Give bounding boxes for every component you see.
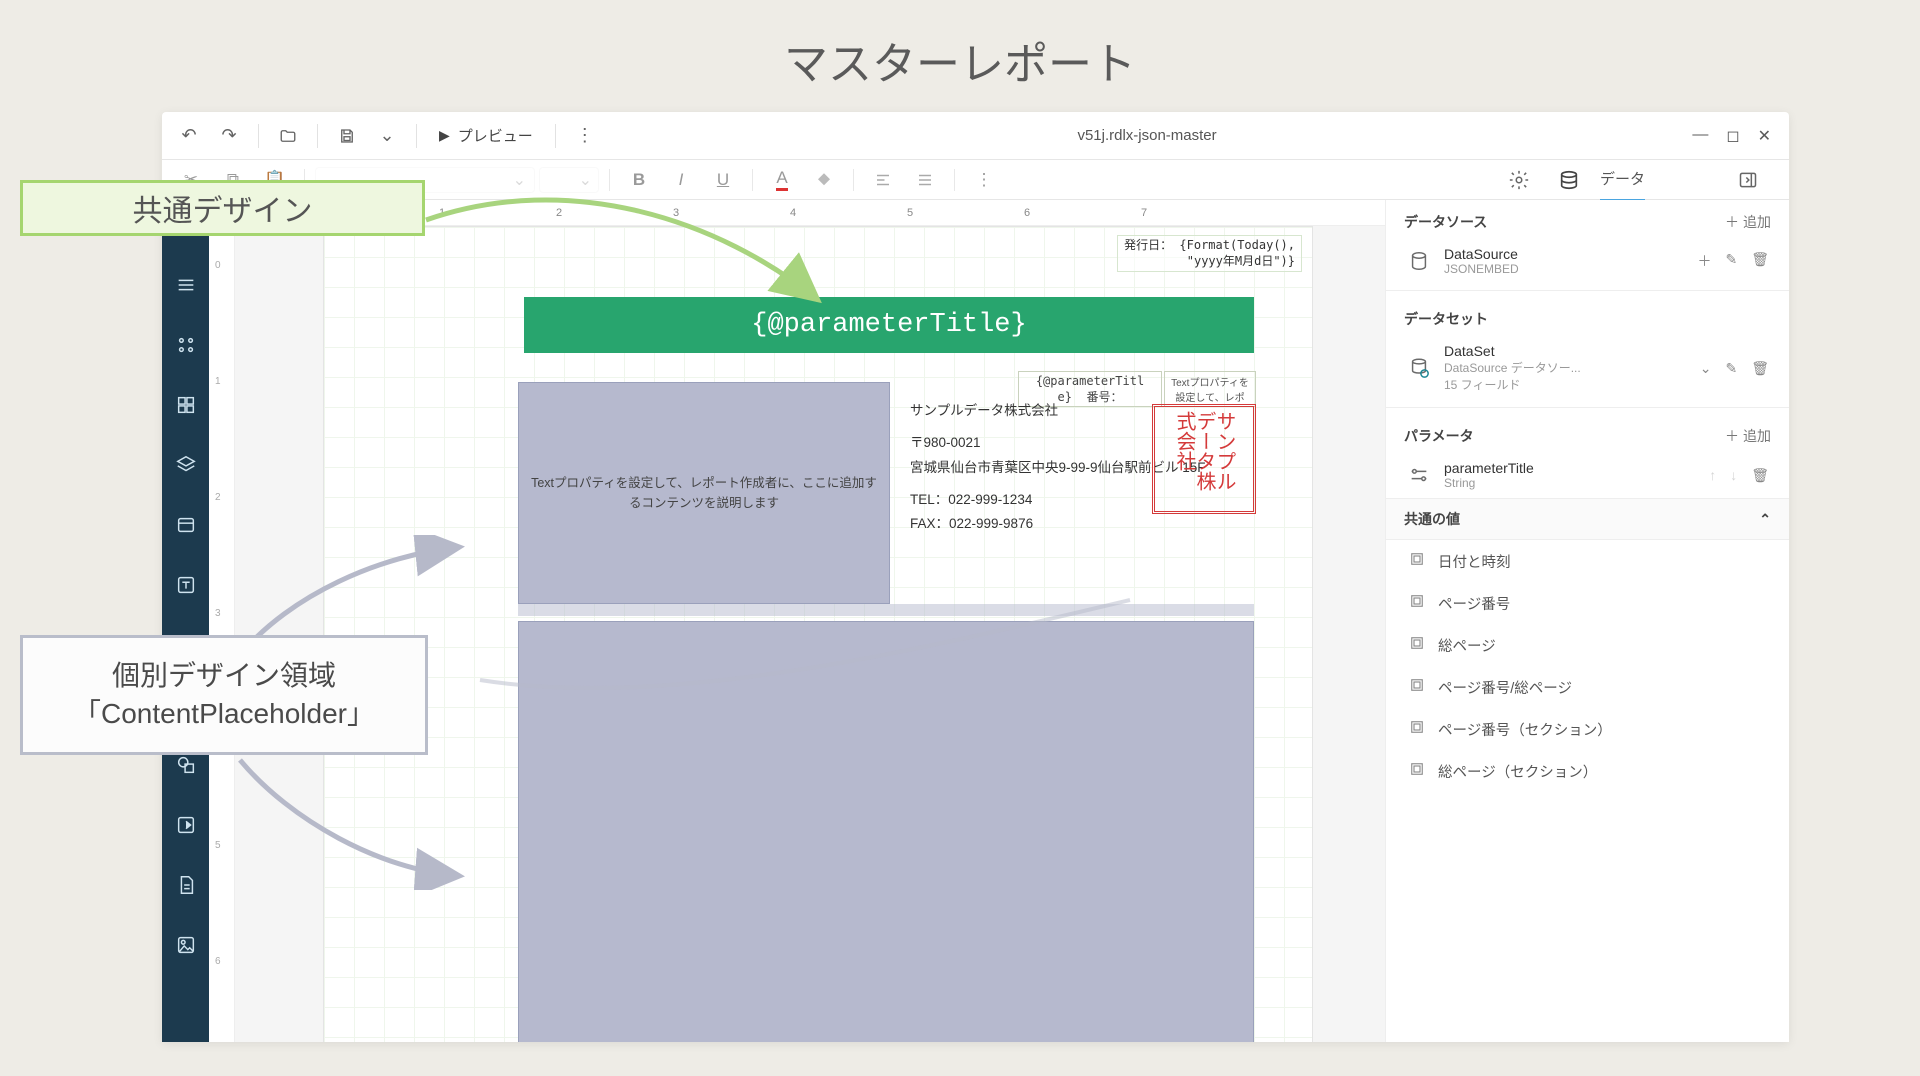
placeholder-divider (518, 604, 1254, 616)
layers-icon[interactable] (171, 450, 201, 480)
close-button[interactable]: ✕ (1758, 126, 1771, 146)
common-item[interactable]: 総ページ (1386, 624, 1789, 666)
company-fax: FAX：022-999-9876 (910, 512, 1250, 536)
param-item[interactable]: parameterTitle String ↑ ↓ 🗑 (1386, 452, 1789, 498)
subreport-tool-icon[interactable] (171, 810, 201, 840)
expand-icon[interactable]: ⌄ (1700, 360, 1712, 377)
delete-icon[interactable]: 🗑 (1751, 360, 1769, 377)
datasource-header: データソース (1404, 212, 1487, 232)
content-placeholder-1[interactable]: Textプロパティを設定して、レポート作成者に、ここに追加するコンテンツを説明し… (518, 382, 890, 604)
param-name: parameterTitle (1444, 460, 1534, 476)
font-size-select[interactable]: ⌄ (539, 167, 599, 193)
param-icon (1406, 462, 1432, 488)
field-icon (1408, 718, 1426, 740)
common-item[interactable]: ページ番号 (1386, 582, 1789, 624)
image-tool-icon[interactable] (171, 930, 201, 960)
parameter-title-textbox[interactable]: {@parameterTitle} (524, 297, 1254, 353)
dataset-sub1: DataSource データソー... (1444, 359, 1581, 376)
delete-icon[interactable]: 🗑 (1751, 251, 1769, 271)
annotation-common-design: 共通デザイン (20, 180, 425, 236)
report-page: 発行日： {Format(Today(), "yyyy年M月d日")} {@pa… (323, 226, 1313, 1042)
field-icon (1408, 634, 1426, 656)
add-datasource-button[interactable]: ＋ 追加 (1725, 212, 1771, 232)
company-stamp[interactable]: サンプルデータ株式会社 (1152, 404, 1256, 514)
maximize-button[interactable]: ◻ (1726, 126, 1739, 146)
placeholder1-text: Textプロパティを設定して、レポート作成者に、ここに追加するコンテンツを説明し… (531, 473, 877, 513)
dataset-icon (1406, 355, 1432, 381)
text-tool-icon[interactable] (171, 570, 201, 600)
fill-color-button[interactable] (805, 165, 843, 195)
content-placeholder-2[interactable]: Textプロパティを設定して、レポート作成者に、ここに追加するコンテンツを説明し… (518, 621, 1254, 1042)
undo-button[interactable]: ↶ (172, 119, 206, 153)
datasource-name: DataSource (1444, 246, 1519, 262)
issue-date-textbox[interactable]: 発行日： {Format(Today(), "yyyy年M月d日")} (1117, 235, 1302, 272)
canvas-wrap: 0 1 2 3 4 5 6 0 1 2 3 4 5 6 7 (209, 200, 1385, 1042)
table-tool-icon[interactable] (171, 390, 201, 420)
common-item[interactable]: ページ番号（セクション） (1386, 708, 1789, 750)
field-icon (1408, 592, 1426, 614)
field-icon (1408, 676, 1426, 698)
save-button[interactable] (330, 119, 364, 153)
add-param-button[interactable]: ＋ 追加 (1725, 426, 1771, 446)
database-icon (1406, 248, 1432, 274)
bold-button[interactable]: B (620, 165, 658, 195)
dataset-sub2: 15 フィールド (1444, 376, 1581, 393)
field-icon (1408, 760, 1426, 782)
align-v-button[interactable] (906, 165, 944, 195)
align-h-button[interactable] (864, 165, 902, 195)
common-values-header[interactable]: 共通の値 ⌃ (1386, 498, 1789, 540)
italic-button[interactable]: I (662, 165, 700, 195)
common-values-list: 日付と時刻 ページ番号 総ページ ページ番号/総ページ ページ番号（セクション） (1386, 540, 1789, 792)
data-panel: データソース ＋ 追加 DataSource JSONEMBED ＋ ✎ 🗑 (1385, 200, 1789, 1042)
annotation-content-placeholder: 個別デザイン領域 「ContentPlaceholder」 (20, 635, 428, 755)
titlebar: ↶ ↷ ⌄ ▶ プレビュー ⋮ v51j.rdlx-json-master — … (162, 112, 1789, 160)
open-button[interactable] (271, 119, 305, 153)
common-item[interactable]: 日付と時刻 (1386, 540, 1789, 582)
design-canvas[interactable]: 発行日： {Format(Today(), "yyyy年M月d日")} {@pa… (235, 226, 1385, 1042)
common-item[interactable]: ページ番号/総ページ (1386, 666, 1789, 708)
param-header: パラメータ (1404, 426, 1474, 446)
dataset-name: DataSet (1444, 343, 1581, 359)
main-area: 0 1 2 3 4 5 6 0 1 2 3 4 5 6 7 (162, 200, 1789, 1042)
document-tool-icon[interactable] (171, 870, 201, 900)
window-controls: — ◻ ✕ (1692, 126, 1771, 146)
menu-icon[interactable] (171, 270, 201, 300)
overflow-button[interactable]: ⋮ (965, 165, 1003, 195)
issue-date-expr: {Format(Today(), "yyyy年M月d日")} (1179, 238, 1295, 268)
document-filename: v51j.rdlx-json-master (608, 127, 1687, 144)
panel-collapse-button[interactable] (1729, 165, 1767, 195)
more-button[interactable]: ⋮ (568, 119, 602, 153)
preview-button[interactable]: ▶ プレビュー (429, 125, 543, 146)
edit-icon[interactable]: ✎ (1725, 251, 1737, 271)
field-icon (1408, 550, 1426, 572)
delete-icon[interactable]: 🗑 (1751, 467, 1769, 484)
move-down-icon[interactable]: ↓ (1730, 467, 1737, 484)
datasource-item[interactable]: DataSource JSONEMBED ＋ ✎ 🗑 (1386, 238, 1789, 284)
preview-label: プレビュー (458, 125, 533, 146)
redo-button[interactable]: ↷ (212, 119, 246, 153)
text-color-button[interactable]: A (763, 165, 801, 195)
minimize-button[interactable]: — (1692, 126, 1708, 146)
data-tab[interactable]: データ (1600, 168, 1645, 201)
datasource-type: JSONEMBED (1444, 262, 1519, 276)
common-item[interactable]: 総ページ（セクション） (1386, 750, 1789, 792)
panel-tool-icon[interactable] (171, 510, 201, 540)
save-dropdown[interactable]: ⌄ (370, 119, 404, 153)
group-icon[interactable] (171, 330, 201, 360)
slide-title: マスターレポート (0, 0, 1920, 92)
underline-button[interactable]: U (704, 165, 742, 195)
add-icon[interactable]: ＋ (1697, 251, 1711, 271)
issue-date-label: 発行日： (1124, 238, 1172, 252)
database-icon[interactable] (1550, 165, 1588, 195)
param-type: String (1444, 476, 1534, 490)
settings-icon[interactable] (1500, 165, 1538, 195)
app-window: ↶ ↷ ⌄ ▶ プレビュー ⋮ v51j.rdlx-json-master — … (162, 112, 1789, 1042)
move-up-icon[interactable]: ↑ (1709, 467, 1716, 484)
collapse-icon: ⌃ (1759, 511, 1771, 528)
vertical-ruler: 0 1 2 3 4 5 6 (209, 200, 235, 1042)
dataset-header: データセット (1404, 309, 1488, 329)
dataset-item[interactable]: DataSet DataSource データソー... 15 フィールド ⌄ ✎… (1386, 335, 1789, 401)
edit-icon[interactable]: ✎ (1725, 360, 1737, 377)
toolbox (162, 200, 209, 1042)
